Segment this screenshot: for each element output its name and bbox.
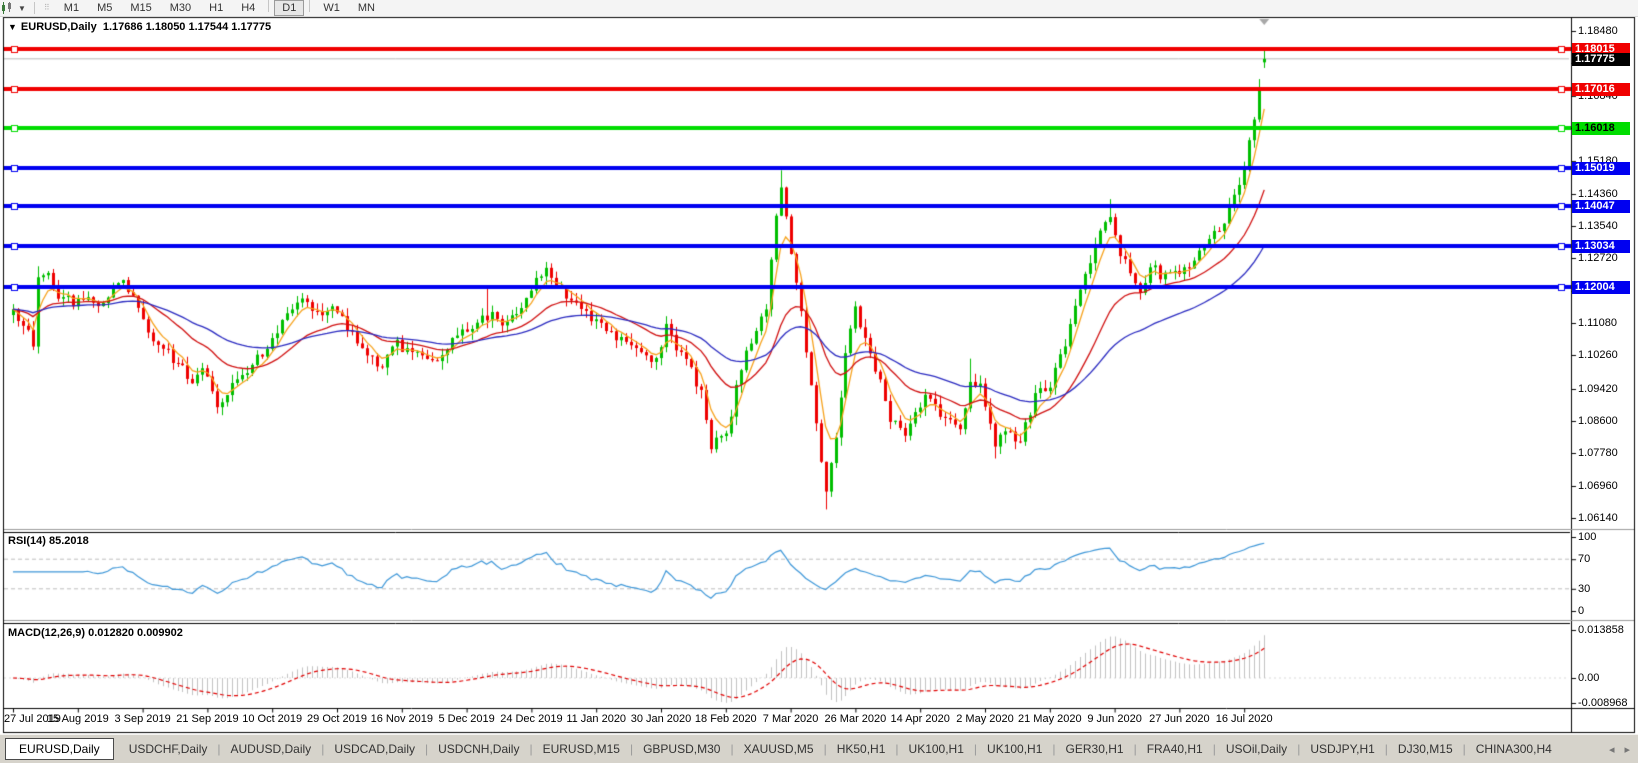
price-axis-tick-label: 1.11080 bbox=[1578, 317, 1617, 329]
date-axis-label: 5 Dec 2019 bbox=[438, 713, 494, 725]
chart-tab-dj30-m15[interactable]: DJ30,M15 bbox=[1389, 739, 1462, 759]
mt4-chart-window: ▼ ⠿ M1M5M15M30H1H4 D1 W1MN ▼ EURUSD,Daily 1… bbox=[0, 0, 1638, 763]
price-chart-canvas[interactable] bbox=[0, 0, 1638, 763]
timeframe-button-m30[interactable]: M30 bbox=[162, 0, 199, 16]
toolbar-separator bbox=[309, 0, 310, 12]
chart-tab-bar: EURUSD,DailyUSDCHF,Daily|AUDUSD,Daily|US… bbox=[0, 734, 1638, 763]
macd-axis-tick-label: 0.013858 bbox=[1578, 624, 1624, 636]
chart-tab-gbpusd-m30[interactable]: GBPUSD,M30 bbox=[634, 739, 729, 759]
date-axis-label: 14 Apr 2020 bbox=[891, 713, 950, 725]
macd-axis-tick-label: -0.008968 bbox=[1578, 697, 1628, 709]
chart-tab-audusd-daily[interactable]: AUDUSD,Daily bbox=[222, 739, 321, 759]
chart-tab-usoil-daily[interactable]: USOil,Daily bbox=[1217, 739, 1296, 759]
sr-line-price-badge: 1.16018 bbox=[1572, 122, 1630, 135]
date-axis-label: 27 Jun 2020 bbox=[1149, 713, 1210, 725]
sr-line-price-badge: 1.12004 bbox=[1572, 281, 1630, 294]
candlestick-chart-icon[interactable] bbox=[1, 2, 14, 14]
chart-tab-eurusd-daily[interactable]: EURUSD,Daily bbox=[5, 738, 114, 760]
date-axis-label: 21 Sep 2019 bbox=[176, 713, 238, 725]
price-axis-tick-label: 1.06140 bbox=[1578, 512, 1618, 524]
date-axis-label: 15 Aug 2019 bbox=[47, 713, 109, 725]
price-axis-tick-label: 1.07780 bbox=[1578, 447, 1618, 459]
current-price-badge: 1.17775 bbox=[1572, 53, 1630, 66]
price-axis-tick-label: 1.12720 bbox=[1578, 252, 1618, 264]
chart-tab-hk50-h1[interactable]: HK50,H1 bbox=[828, 739, 895, 759]
timeframe-buttons: M1M5M15M30H1H4 D1 W1MN bbox=[55, 0, 384, 16]
timeframe-button-m15[interactable]: M15 bbox=[122, 0, 159, 16]
price-axis-tick-label: 1.18480 bbox=[1578, 25, 1618, 37]
chart-tab-usdchf-daily[interactable]: USDCHF,Daily bbox=[120, 739, 217, 759]
chart-ohlc-values: 1.17686 1.18050 1.17544 1.17775 bbox=[103, 21, 271, 33]
tab-scroll-left-icon[interactable]: ◂ bbox=[1609, 743, 1615, 756]
date-axis-label: 24 Dec 2019 bbox=[500, 713, 562, 725]
date-axis-label: 29 Oct 2019 bbox=[307, 713, 367, 725]
tab-scroll-right-icon[interactable]: ▸ bbox=[1624, 743, 1630, 756]
date-axis-label: 18 Feb 2020 bbox=[695, 713, 757, 725]
toolbar-separator bbox=[268, 0, 269, 12]
candlestick-chart-icon-svg bbox=[1, 2, 14, 14]
price-axis-tick-label: 1.09420 bbox=[1578, 383, 1618, 395]
date-axis-label: 16 Jul 2020 bbox=[1216, 713, 1273, 725]
date-axis-label: 2 May 2020 bbox=[956, 713, 1013, 725]
timeframe-button-w1[interactable]: W1 bbox=[315, 0, 348, 16]
timeframe-button-m5[interactable]: M5 bbox=[89, 0, 120, 16]
rsi-axis-tick-label: 100 bbox=[1578, 531, 1596, 543]
price-axis-tick-label: 1.06960 bbox=[1578, 480, 1618, 492]
date-axis-label: 30 Jan 2020 bbox=[631, 713, 692, 725]
chart-tab-fra40-h1[interactable]: FRA40,H1 bbox=[1138, 739, 1212, 759]
price-axis-tick-label: 1.14360 bbox=[1578, 188, 1618, 200]
date-axis-label: 7 Mar 2020 bbox=[763, 713, 819, 725]
date-axis-label: 9 Jun 2020 bbox=[1087, 713, 1141, 725]
chart-title: ▼ EURUSD,Daily 1.17686 1.18050 1.17544 1.… bbox=[8, 21, 271, 33]
price-axis-tick-label: 1.10260 bbox=[1578, 349, 1618, 361]
chart-tabs: EURUSD,DailyUSDCHF,Daily|AUDUSD,Daily|US… bbox=[5, 738, 1561, 760]
macd-indicator-label: MACD(12,26,9) 0.012820 0.009902 bbox=[8, 627, 183, 639]
sr-line-price-badge: 1.17016 bbox=[1572, 83, 1630, 96]
timeframe-button-m1[interactable]: M1 bbox=[56, 0, 87, 16]
toolbar-separator bbox=[34, 2, 35, 14]
chart-tab-xauusd-m5[interactable]: XAUUSD,M5 bbox=[735, 739, 823, 759]
date-axis-label: 3 Sep 2019 bbox=[114, 713, 170, 725]
timeframe-button-d1[interactable]: D1 bbox=[274, 0, 304, 16]
sr-line-price-badge: 1.13034 bbox=[1572, 240, 1630, 253]
timeframe-button-mn[interactable]: MN bbox=[350, 0, 383, 16]
date-axis-label: 11 Jan 2020 bbox=[566, 713, 626, 725]
chart-tab-usdjpy-h1[interactable]: USDJPY,H1 bbox=[1301, 739, 1383, 759]
rsi-axis-tick-label: 30 bbox=[1578, 583, 1590, 595]
sr-line-price-badge: 1.15019 bbox=[1572, 162, 1630, 175]
date-axis-label: 21 May 2020 bbox=[1018, 713, 1082, 725]
chart-tab-uk100-h1[interactable]: UK100,H1 bbox=[978, 739, 1051, 759]
date-axis-label: 16 Nov 2019 bbox=[371, 713, 433, 725]
timeframe-button-h4[interactable]: H4 bbox=[233, 0, 263, 16]
toolbar-drag-handle[interactable]: ⠿ bbox=[44, 5, 50, 11]
chevron-down-icon[interactable]: ▼ bbox=[18, 4, 26, 13]
chart-symbol-label: EURUSD,Daily bbox=[21, 21, 97, 33]
timeframe-toolbar: ▼ ⠿ M1M5M15M30H1H4 D1 W1MN bbox=[0, 0, 1638, 17]
triangle-down-icon[interactable]: ▼ bbox=[8, 22, 17, 32]
macd-axis-tick-label: 0.00 bbox=[1578, 672, 1599, 684]
chart-tab-ger30-h1[interactable]: GER30,H1 bbox=[1057, 739, 1133, 759]
price-axis-tick-label: 1.08600 bbox=[1578, 415, 1618, 427]
chart-tab-eurusd-m15[interactable]: EURUSD,M15 bbox=[534, 739, 629, 759]
tab-scroll-arrows: ◂ ▸ bbox=[1609, 743, 1630, 756]
chart-tab-usdcad-daily[interactable]: USDCAD,Daily bbox=[325, 739, 424, 759]
rsi-indicator-label: RSI(14) 85.2018 bbox=[8, 535, 89, 547]
sr-line-price-badge: 1.14047 bbox=[1572, 200, 1630, 213]
price-axis-tick-label: 1.13540 bbox=[1578, 220, 1618, 232]
date-axis-label: 10 Oct 2019 bbox=[242, 713, 302, 725]
chart-tab-uk100-h1[interactable]: UK100,H1 bbox=[900, 739, 973, 759]
rsi-axis-tick-label: 70 bbox=[1578, 553, 1590, 565]
chart-tab-usdcnh-daily[interactable]: USDCNH,Daily bbox=[429, 739, 528, 759]
chart-tab-china300-h4[interactable]: CHINA300,H4 bbox=[1467, 739, 1561, 759]
rsi-axis-tick-label: 0 bbox=[1578, 605, 1584, 617]
date-axis-label: 26 Mar 2020 bbox=[825, 713, 887, 725]
timeframe-button-h1[interactable]: H1 bbox=[201, 0, 231, 16]
